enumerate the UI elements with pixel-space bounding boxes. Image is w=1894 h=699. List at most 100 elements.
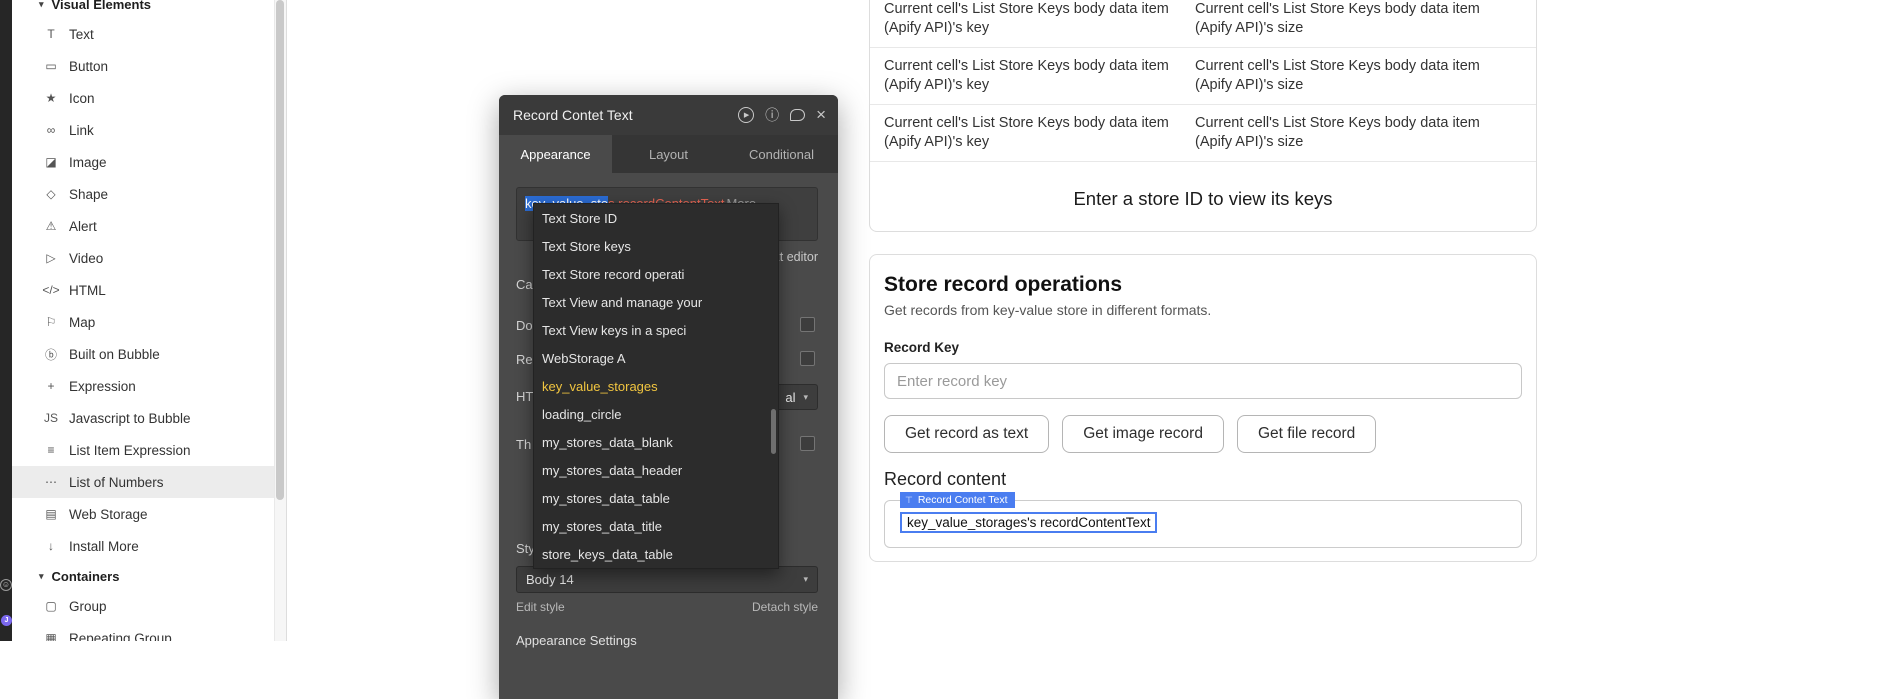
sidebar-item[interactable]: ▤ Web Storage — [12, 498, 275, 530]
autocomplete-option[interactable]: my_stores_data_blank — [534, 428, 778, 456]
section-containers[interactable]: ▾ Containers — [12, 562, 275, 590]
checkbox[interactable] — [800, 317, 815, 332]
sidebar-item[interactable]: ∞ Link — [12, 114, 275, 146]
activity-bar: ☺ J — [0, 0, 12, 641]
sidebar-item[interactable]: T Text — [12, 18, 275, 50]
alert-icon: ⚠ — [42, 219, 60, 233]
autocomplete-option[interactable]: loading_circle — [534, 400, 778, 428]
list-of-numbers-icon: ⋯ — [42, 475, 60, 489]
selected-element-badge[interactable]: ⊤ Record Contet Text — [900, 492, 1015, 508]
autocomplete-option[interactable]: Text Store record operati — [534, 260, 778, 288]
chevron-down-icon: ▾ — [39, 571, 44, 582]
sidebar-item[interactable]: ▦ Repeating Group — [12, 622, 275, 641]
chevron-down-icon: ▾ — [803, 574, 808, 585]
icon-element-icon: ★ — [42, 91, 60, 105]
property-editor-titlebar[interactable]: Record Contet Text ▶ ⓘ × — [499, 95, 838, 135]
section-label: Visual Elements — [52, 0, 151, 12]
property-editor-body: key_value_stos recordContentTextMore... … — [499, 173, 838, 699]
close-icon[interactable]: × — [816, 105, 826, 125]
card-subtitle: Get records from key-value store in diff… — [884, 302, 1522, 318]
store-key-row: Current cell's List Store Keys body data… — [870, 48, 1536, 105]
record-key-label: Record Key — [884, 340, 1522, 355]
record-action-button[interactable]: Get image record — [1062, 415, 1224, 453]
key-cell-text: Current cell's List Store Keys body data… — [884, 114, 1195, 152]
image-icon: ◪ — [42, 155, 60, 169]
section-visual-elements[interactable]: ▾ Visual Elements — [12, 0, 275, 18]
autocomplete-option[interactable]: store_keys_data_table — [534, 540, 778, 568]
sidebar-item[interactable]: </> HTML — [12, 274, 275, 306]
record-action-button[interactable]: Get record as text — [884, 415, 1049, 453]
dropdown-scrollbar-thumb[interactable] — [771, 409, 776, 454]
field-label-fragment: Th — [516, 437, 531, 452]
autocomplete-option[interactable]: Text View keys in a speci — [534, 316, 778, 344]
autocomplete-option[interactable]: Text Store keys — [534, 232, 778, 260]
property-editor-tabs: Appearance Layout Conditional — [499, 135, 838, 173]
store-keys-card: Current cell's List Store Keys body data… — [869, 0, 1537, 232]
sidebar-item[interactable]: ⚐ Map — [12, 306, 275, 338]
record-action-button[interactable]: Get file record — [1237, 415, 1376, 453]
tab-layout[interactable]: Layout — [612, 135, 725, 173]
record-key-input[interactable] — [884, 363, 1522, 399]
size-cell-text: Current cell's List Store Keys body data… — [1195, 57, 1495, 95]
checkbox[interactable] — [800, 351, 815, 366]
sidebar-item[interactable]: ↓ Install More — [12, 530, 275, 562]
sidebar-item[interactable]: ◪ Image — [12, 146, 275, 178]
field-label-fragment: Re — [516, 352, 533, 367]
autocomplete-option[interactable]: key_value_storages — [534, 372, 778, 400]
autocomplete-option[interactable]: my_stores_data_title — [534, 512, 778, 540]
record-content-box[interactable]: ⊤ Record Contet Text key_value_storages'… — [884, 500, 1522, 548]
autocomplete-option[interactable]: Text Store ID — [534, 204, 778, 232]
info-icon[interactable]: ⓘ — [765, 105, 779, 125]
element-badge-icon: ⊤ — [905, 495, 913, 506]
comment-icon[interactable] — [790, 109, 805, 121]
button-icon: ▭ — [42, 59, 60, 73]
sidebar-item-label: Web Storage — [69, 507, 148, 522]
select-value: al — [785, 390, 795, 405]
sidebar-scrollbar[interactable] — [274, 0, 286, 641]
autocomplete-option[interactable]: WebStorage A — [534, 344, 778, 372]
autocomplete-option[interactable]: my_stores_data_table — [534, 484, 778, 512]
record-actions: Get record as text Get image record Get … — [884, 415, 1522, 453]
user-avatar[interactable]: J — [1, 615, 12, 626]
autocomplete-dropdown: Text Store ID Text Store keys Text Store… — [533, 203, 779, 569]
selected-text-element[interactable]: key_value_storages's recordContentText — [900, 512, 1157, 533]
preview-icon[interactable]: ▶ — [738, 107, 754, 123]
chevron-down-icon: ▾ — [803, 392, 808, 403]
property-editor-title: Record Contet Text — [513, 107, 727, 123]
map-icon: ⚐ — [42, 315, 60, 329]
sidebar-item[interactable]: ★ Icon — [12, 82, 275, 114]
sidebar-item-label: Group — [69, 599, 107, 614]
sidebar-item[interactable]: ▭ Button — [12, 50, 275, 82]
sidebar-item[interactable]: ≡ List Item Expression — [12, 434, 275, 466]
sidebar-item-label: Map — [69, 315, 95, 330]
tab-conditional[interactable]: Conditional — [725, 135, 838, 173]
sidebar-item[interactable]: ⓑ Built on Bubble — [12, 338, 275, 370]
tab-appearance[interactable]: Appearance — [499, 135, 612, 173]
sidebar-item[interactable]: ▢ Group — [12, 590, 275, 622]
sidebar-item[interactable]: ◇ Shape — [12, 178, 275, 210]
edit-style-link[interactable]: Edit style — [516, 600, 565, 614]
field-label-fragment: HT — [516, 389, 533, 404]
store-key-row: Current cell's List Store Keys body data… — [870, 105, 1536, 162]
checkbox[interactable] — [800, 436, 815, 451]
repeating-group-icon: ▦ — [42, 631, 60, 641]
sidebar-item[interactable]: ⋯ List of Numbers — [12, 466, 275, 498]
autocomplete-option[interactable]: Text View and manage your — [534, 288, 778, 316]
sidebar-item-label: Javascript to Bubble — [69, 411, 191, 426]
sidebar-scrollbar-thumb[interactable] — [276, 0, 284, 500]
store-keys-rows: Current cell's List Store Keys body data… — [870, 0, 1536, 162]
video-icon: ▷ — [42, 251, 60, 265]
sidebar-item[interactable]: ⚠ Alert — [12, 210, 275, 242]
autocomplete-option[interactable]: my_stores_data_header — [534, 456, 778, 484]
sidebar-item-label: Image — [69, 155, 107, 170]
text-editor-link-fragment[interactable]: xt editor — [774, 250, 818, 264]
field-label-fragment: Ca — [516, 277, 533, 292]
sidebar-item[interactable]: ▷ Video — [12, 242, 275, 274]
accessibility-icon[interactable]: ☺ — [0, 579, 12, 591]
sidebar-item[interactable]: JS Javascript to Bubble — [12, 402, 275, 434]
detach-style-link[interactable]: Detach style — [752, 600, 818, 614]
style-select[interactable]: Body 14 ▾ — [516, 566, 818, 593]
empty-store-message: Enter a store ID to view its keys — [870, 188, 1536, 210]
sidebar-item[interactable]: + Expression — [12, 370, 275, 402]
sidebar-item-label: List of Numbers — [69, 475, 164, 490]
